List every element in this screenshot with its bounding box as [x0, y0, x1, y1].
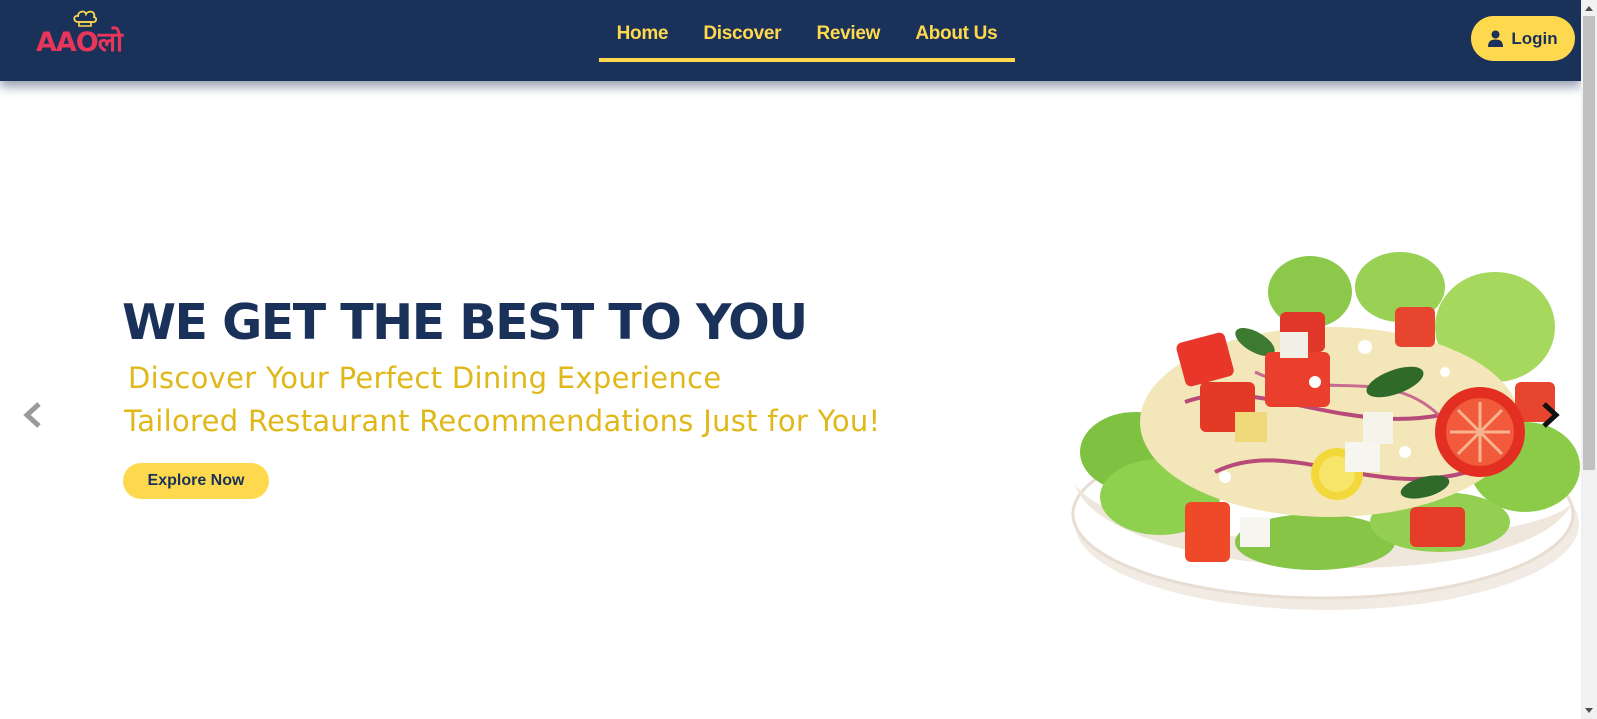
salad-bowl-image [1071, 252, 1580, 610]
nav-home[interactable]: Home [617, 22, 669, 46]
nav-about-us[interactable]: About Us [915, 22, 997, 46]
vertical-scrollbar[interactable] [1581, 0, 1597, 719]
page: AAOलो Home Discover Review About Us Logi… [0, 0, 1597, 719]
chevron-right-icon [1542, 402, 1560, 428]
chevron-left-icon [23, 402, 41, 428]
scroll-down-arrow-icon[interactable] [1581, 703, 1597, 719]
user-icon [1488, 30, 1504, 47]
brand-logo[interactable]: AAOलो [36, 10, 136, 62]
carousel-next-button[interactable] [1538, 400, 1562, 430]
hero-subline-1: Discover Your Perfect Dining Experience [128, 361, 722, 395]
nav-discover[interactable]: Discover [703, 22, 781, 46]
login-button[interactable]: Login [1471, 16, 1575, 61]
main-nav: Home Discover Review About Us [599, 22, 1015, 62]
brand-logo-text: AAOलो [36, 27, 123, 58]
scroll-thumb[interactable] [1583, 16, 1595, 470]
explore-now-button[interactable]: Explore Now [123, 463, 269, 499]
top-navbar: AAOलो Home Discover Review About Us Logi… [0, 0, 1581, 81]
nav-review[interactable]: Review [816, 22, 880, 46]
hero-subline-2: Tailored Restaurant Recommendations Just… [124, 404, 881, 438]
scroll-up-arrow-icon[interactable] [1581, 0, 1597, 16]
carousel-prev-button[interactable] [21, 400, 45, 430]
hero-headline: WE GET THE BEST TO YOU [122, 294, 808, 351]
login-label: Login [1511, 28, 1558, 48]
